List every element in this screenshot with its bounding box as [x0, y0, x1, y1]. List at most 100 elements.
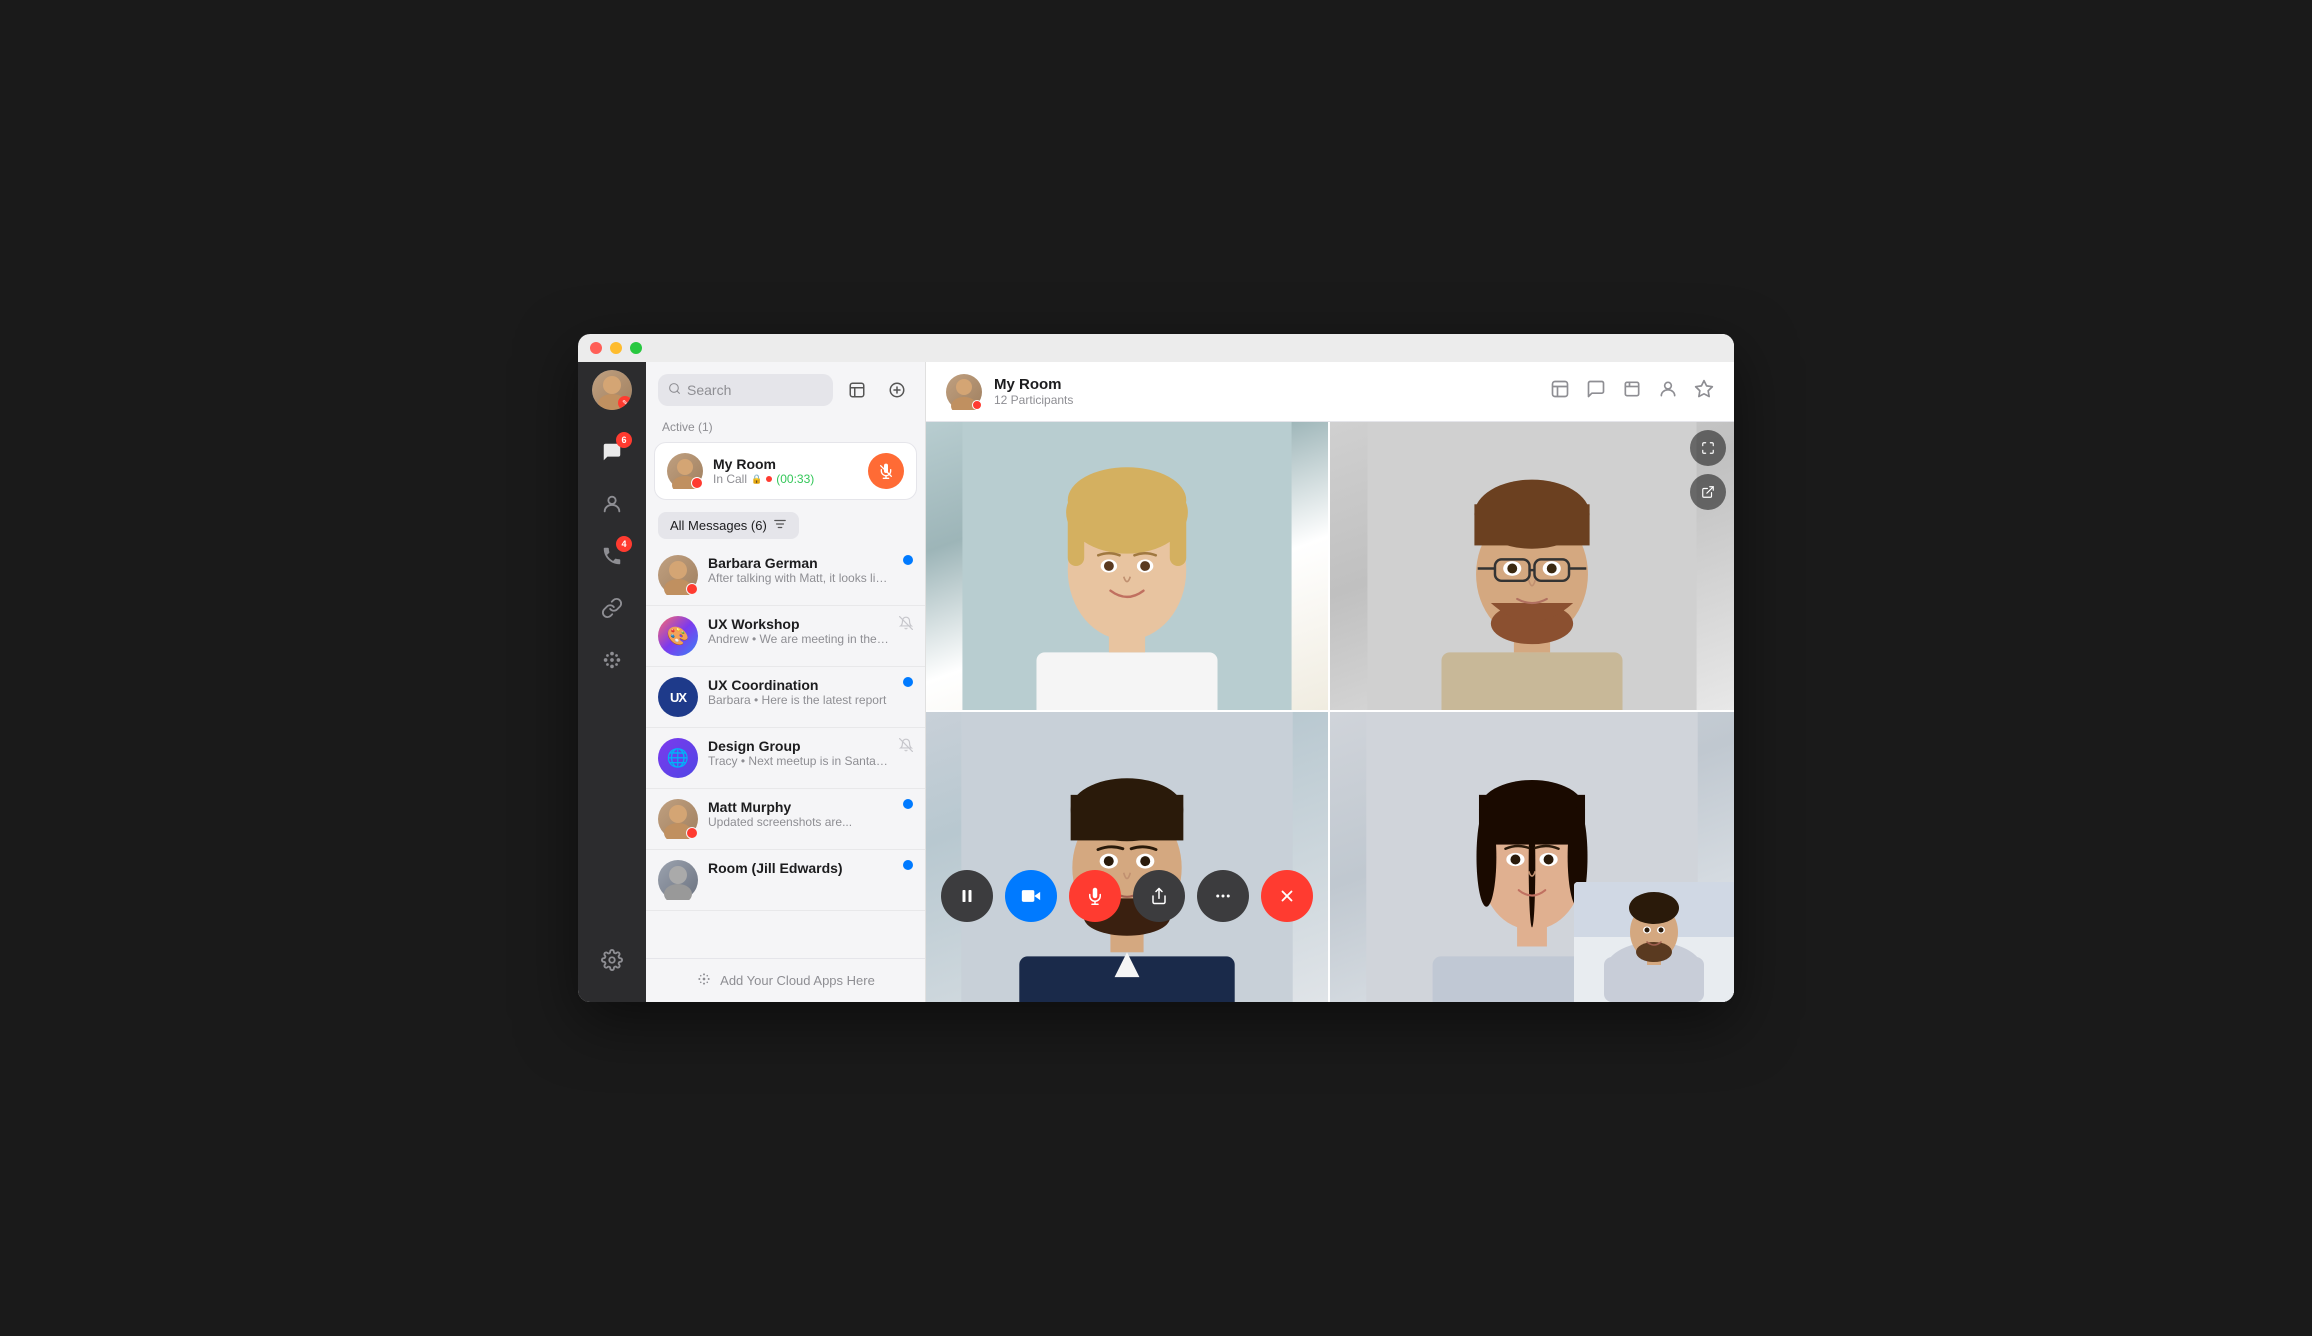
room-name: My Room — [994, 376, 1538, 393]
participants-label: 12 Participants — [994, 393, 1538, 407]
chat-icon-action[interactable] — [1586, 379, 1606, 404]
message-preview: Barbara • Here is the latest report — [708, 693, 893, 707]
message-preview: After talking with Matt, it looks like w… — [708, 571, 893, 585]
message-content: Design Group Tracy • Next meetup is in S… — [708, 738, 889, 768]
expand-button[interactable] — [1690, 430, 1726, 466]
search-placeholder: Search — [687, 382, 731, 398]
video-cell-2 — [1330, 422, 1734, 712]
minimize-button[interactable] — [610, 342, 622, 354]
unread-indicator — [903, 799, 913, 809]
call-time: (00:33) — [776, 472, 814, 486]
sender-name: Barbara German — [708, 555, 893, 571]
room-info: My Room 12 Participants — [994, 376, 1538, 407]
sender-name: Matt Murphy — [708, 799, 893, 815]
message-meta — [899, 616, 913, 633]
message-preview: Andrew • We are meeting in the big conf.… — [708, 632, 889, 646]
active-section-label: Active (1) — [646, 414, 925, 438]
message-content: UX Workshop Andrew • We are meeting in t… — [708, 616, 889, 646]
compose-button[interactable] — [881, 374, 913, 406]
pause-button[interactable] — [941, 870, 993, 922]
add-cloud-apps[interactable]: Add Your Cloud Apps Here — [646, 958, 925, 1002]
pip-self-view — [1574, 882, 1734, 1002]
share-button[interactable] — [1133, 870, 1185, 922]
more-options-button[interactable] — [1197, 870, 1249, 922]
messages-badge: 6 — [616, 432, 632, 448]
rooms-icon-button[interactable] — [841, 374, 873, 406]
participants-icon-action[interactable] — [1658, 379, 1678, 404]
filter-label: All Messages (6) — [670, 518, 767, 533]
filter-icon — [773, 517, 787, 534]
close-button[interactable] — [590, 342, 602, 354]
sidebar-item-messages[interactable]: 6 — [590, 430, 634, 474]
messages-filter[interactable]: All Messages (6) — [658, 512, 799, 539]
message-preview: Updated screenshots are... — [708, 815, 893, 829]
video-cell-3 — [926, 712, 1330, 1002]
sender-name: UX Workshop — [708, 616, 889, 632]
message-avatar: 🎨 — [658, 616, 698, 656]
muted-icon — [899, 616, 913, 633]
sidebar-nav: 6 4 — [578, 430, 646, 938]
maximize-button[interactable] — [630, 342, 642, 354]
sidebar-item-apps[interactable] — [590, 638, 634, 682]
panel-header: Search — [646, 362, 925, 414]
list-item[interactable]: Room (Jill Edwards) — [646, 850, 925, 911]
mic-mute-button[interactable] — [1069, 870, 1121, 922]
header-actions — [1550, 379, 1714, 404]
message-avatar: UX — [658, 677, 698, 717]
call-info: My Room In Call 🔒 (00:33) — [713, 456, 858, 486]
video-button[interactable] — [1005, 870, 1057, 922]
user-avatar[interactable]: ✎ — [592, 370, 632, 410]
call-name: My Room — [713, 456, 858, 472]
messages-header: All Messages (6) — [646, 504, 925, 545]
message-meta — [903, 799, 913, 809]
room-avatar — [946, 374, 982, 410]
message-list: Barbara German After talking with Matt, … — [646, 545, 925, 958]
list-item[interactable]: Matt Murphy Updated screenshots are... — [646, 789, 925, 850]
message-meta — [899, 738, 913, 755]
unread-indicator — [903, 677, 913, 687]
external-share-button[interactable] — [1690, 474, 1726, 510]
unread-indicator — [903, 860, 913, 870]
avatar-status-badge — [686, 827, 698, 839]
sidebar-item-links[interactable] — [590, 586, 634, 630]
avatar-inner — [658, 860, 698, 900]
sender-name: Design Group — [708, 738, 889, 754]
message-content: Room (Jill Edwards) — [708, 860, 893, 876]
right-panel: My Room 12 Participants — [926, 334, 1734, 1002]
end-call-button[interactable] — [1261, 870, 1313, 922]
sender-name: Room (Jill Edwards) — [708, 860, 893, 876]
list-item[interactable]: Barbara German After talking with Matt, … — [646, 545, 925, 606]
files-icon-action[interactable] — [1622, 379, 1642, 404]
in-call-text: In Call — [713, 472, 747, 486]
sender-name: UX Coordination — [708, 677, 893, 693]
search-icon — [668, 382, 681, 398]
unread-indicator — [903, 555, 913, 565]
message-avatar — [658, 555, 698, 595]
list-item[interactable]: 🌐 Design Group Tracy • Next meetup is in… — [646, 728, 925, 789]
list-item[interactable]: UX UX Coordination Barbara • Here is the… — [646, 667, 925, 728]
call-status-badge — [691, 477, 703, 489]
avatar-status-badge — [686, 583, 698, 595]
call-controls — [941, 870, 1313, 922]
app-window: ✎ 6 4 — [578, 334, 1734, 1002]
message-content: UX Coordination Barbara • Here is the la… — [708, 677, 893, 707]
active-call-item[interactable]: My Room In Call 🔒 (00:33) — [654, 442, 917, 500]
room-status-badge — [972, 400, 982, 410]
mute-button[interactable] — [868, 453, 904, 489]
muted-icon — [899, 738, 913, 755]
lock-icon: 🔒 — [751, 474, 762, 485]
search-bar[interactable]: Search — [658, 374, 833, 406]
title-bar — [578, 334, 1734, 362]
add-cloud-icon — [696, 971, 712, 990]
video-cell-4 — [1330, 712, 1734, 1002]
message-content: Matt Murphy Updated screenshots are... — [708, 799, 893, 829]
call-status: In Call 🔒 (00:33) — [713, 472, 858, 486]
list-item[interactable]: 🎨 UX Workshop Andrew • We are meeting in… — [646, 606, 925, 667]
room-icon-action[interactable] — [1550, 379, 1570, 404]
edit-badge: ✎ — [618, 396, 632, 410]
starred-icon-action[interactable] — [1694, 379, 1714, 404]
calls-badge: 4 — [616, 536, 632, 552]
sidebar-item-calls[interactable]: 4 — [590, 534, 634, 578]
sidebar-item-settings[interactable] — [590, 938, 634, 982]
sidebar-item-contacts[interactable] — [590, 482, 634, 526]
